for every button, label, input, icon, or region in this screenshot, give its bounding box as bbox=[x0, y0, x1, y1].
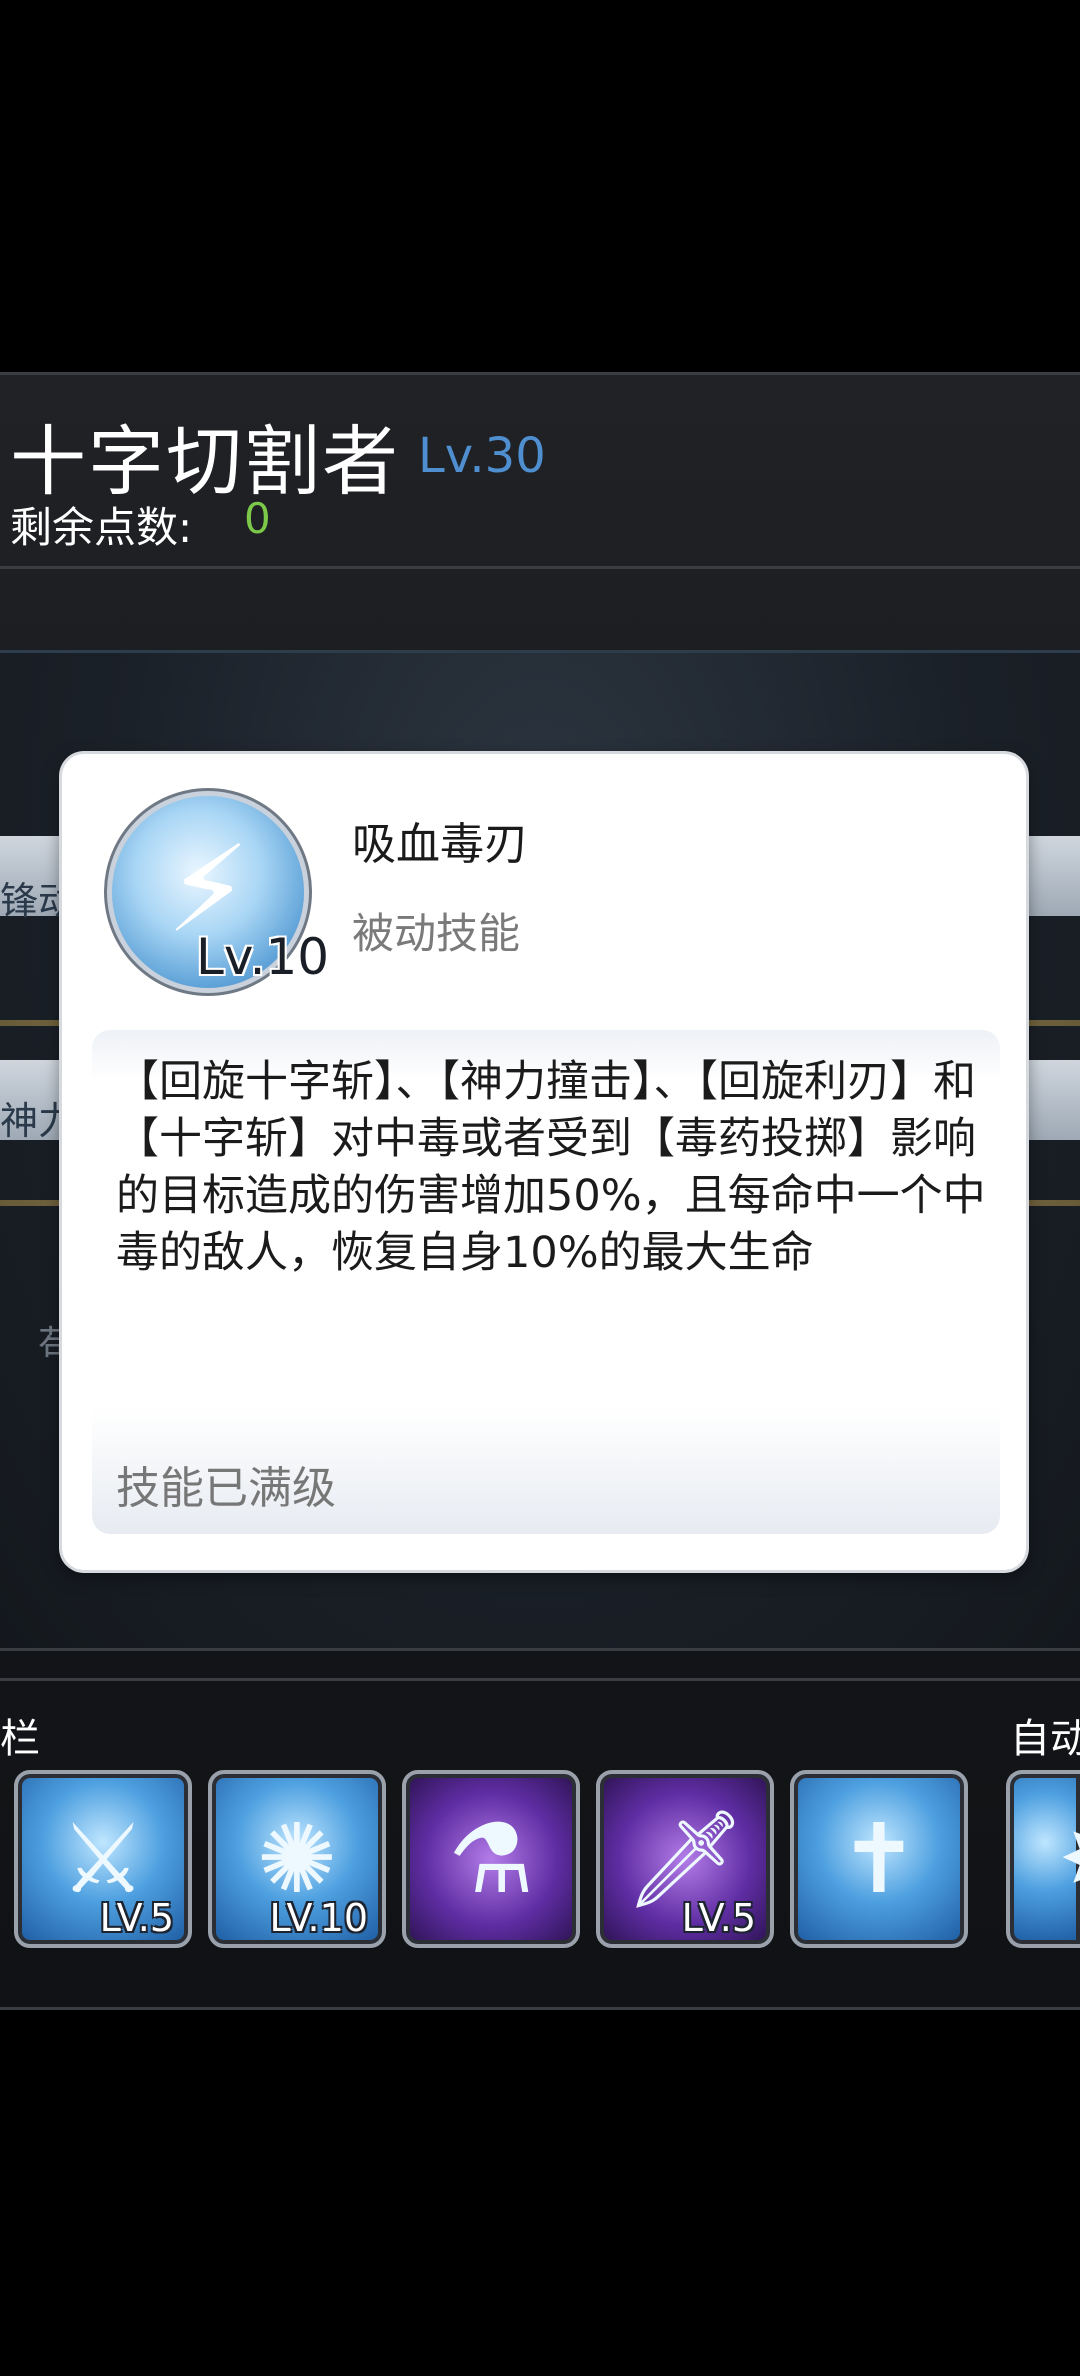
skill-slot-4[interactable]: 🗡 LV.5 bbox=[596, 1770, 774, 1948]
divider bbox=[0, 566, 1080, 569]
max-level-status: 技能已满级 bbox=[116, 1463, 336, 1514]
skill-slot-3[interactable]: ⚗ bbox=[402, 1770, 580, 1948]
divider bbox=[0, 1678, 1080, 1681]
skill-icon-level: Lv.10 bbox=[196, 928, 330, 986]
remaining-points-value: 0 bbox=[244, 494, 271, 543]
skill-bar-label: 栏 bbox=[0, 1716, 40, 1762]
sword-spin-icon: ✝ bbox=[838, 1803, 920, 1915]
skill-slot-6[interactable]: ✸ bbox=[1006, 1770, 1080, 1948]
skill-description: 【回旋十字斩】、【神力撞击】、【回旋利刃】和【十字斩】对中毒或者受到【毒药投掷】… bbox=[116, 1057, 986, 1278]
divider bbox=[0, 1648, 1080, 1651]
poison-flask-icon: ⚗ bbox=[447, 1803, 535, 1915]
auto-label: 自动 bbox=[1010, 1716, 1080, 1762]
skill-slot-2[interactable]: ✺ LV.10 bbox=[208, 1770, 386, 1948]
skill-slot-5[interactable]: ✝ bbox=[790, 1770, 968, 1948]
class-level: Lv.30 bbox=[418, 428, 546, 484]
star-slash-icon: ✸ bbox=[1010, 1774, 1080, 1944]
slot-level: LV.5 bbox=[99, 1896, 174, 1940]
slot-level: LV.5 bbox=[681, 1896, 756, 1940]
remaining-points-label: 剩余点数: bbox=[10, 503, 193, 552]
slot-level: LV.10 bbox=[269, 1896, 368, 1940]
skill-type: 被动技能 bbox=[352, 909, 521, 958]
skill-slot-1[interactable]: ⚔ LV.5 bbox=[14, 1770, 192, 1948]
skill-name: 吸血毒刃 bbox=[352, 819, 528, 870]
